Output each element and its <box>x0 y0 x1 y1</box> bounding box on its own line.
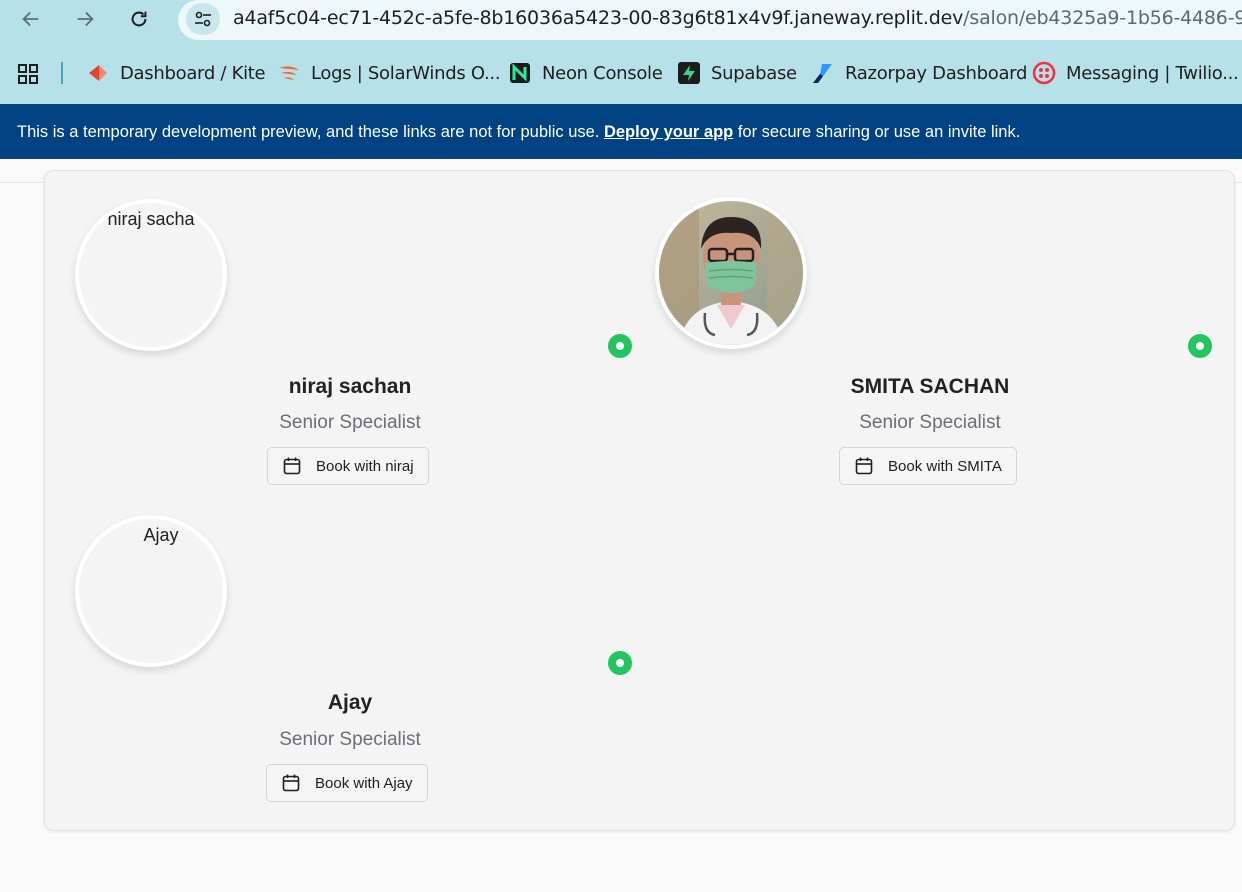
specialist-role: Senior Specialist <box>279 729 421 750</box>
book-button[interactable]: Book with SMITA <box>839 447 1017 485</box>
deploy-link[interactable]: Deploy your app <box>604 123 733 141</box>
avatar-photo <box>655 197 807 349</box>
bookmark-neon[interactable]: Neon Console <box>508 61 663 85</box>
online-status-dot <box>1188 334 1212 358</box>
solarwinds-icon <box>277 61 301 85</box>
bookmark-supabase[interactable]: Supabase <box>677 61 797 85</box>
specialists-card: niraj sacha niraj sachan Senior Speciali… <box>44 170 1235 831</box>
specialist-name: Ajay <box>327 691 373 714</box>
calendar-icon <box>283 457 301 475</box>
avatar-alt-text: Ajay <box>143 525 179 545</box>
bookmark-label: Logs | SolarWinds O... <box>311 62 501 84</box>
kite-icon <box>86 61 110 85</box>
tune-icon <box>195 11 211 27</box>
razorpay-icon <box>811 61 835 85</box>
avatar-alt-text: niraj sacha <box>107 209 195 229</box>
online-status-dot <box>608 334 632 358</box>
book-button-label: Book with Ajay <box>315 774 413 792</box>
url-text[interactable]: a4af5c04-ec71-452c-a5fe-8b16036a5423-00-… <box>233 7 1242 29</box>
bookmarks-bar: Dashboard / Kite Logs | SolarWinds O... … <box>0 56 1242 90</box>
specialist-name: niraj sachan <box>288 375 412 398</box>
banner-text-after: for secure sharing or use an invite link… <box>733 123 1021 141</box>
apps-grid-icon[interactable] <box>16 62 40 91</box>
dev-preview-banner: This is a temporary development preview,… <box>0 104 1242 159</box>
book-button-label: Book with niraj <box>316 457 414 475</box>
doctor-photo <box>659 201 803 345</box>
avatar: Ajay <box>75 515 227 667</box>
twilio-icon <box>1032 61 1056 85</box>
browser-chrome: a4af5c04-ec71-452c-a5fe-8b16036a5423-00-… <box>0 0 1242 104</box>
calendar-icon <box>855 457 873 475</box>
bookmark-twilio[interactable]: Messaging | Twilio... <box>1032 61 1239 85</box>
bookmark-label: Dashboard / Kite <box>120 62 266 84</box>
bookmark-label: Razorpay Dashboard <box>845 62 1028 84</box>
bookmark-label: Neon Console <box>542 62 663 84</box>
book-button[interactable]: Book with Ajay <box>266 764 428 802</box>
book-button[interactable]: Book with niraj <box>267 447 429 485</box>
bookmark-solarwinds[interactable]: Logs | SolarWinds O... <box>277 61 501 85</box>
site-info-button[interactable] <box>186 3 220 35</box>
banner-text: This is a temporary development preview,… <box>17 123 604 141</box>
neon-icon <box>508 61 532 85</box>
url-host: a4af5c04-ec71-452c-a5fe-8b16036a5423-00-… <box>233 7 964 29</box>
arrow-right-icon <box>77 11 94 27</box>
specialist-role: Senior Specialist <box>859 412 1001 433</box>
book-button-label: Book with SMITA <box>888 457 1002 475</box>
arrow-left-icon <box>22 11 39 27</box>
bookmark-kite[interactable]: Dashboard / Kite <box>86 61 266 85</box>
supabase-icon <box>677 61 701 85</box>
bookmark-razorpay[interactable]: Razorpay Dashboard <box>811 61 1027 85</box>
specialist-name: SMITA SACHAN <box>850 375 1010 398</box>
back-button[interactable] <box>16 4 46 34</box>
bookmark-label: Messaging | Twilio... <box>1066 62 1239 84</box>
bookmark-label: Supabase <box>711 62 797 84</box>
forward-button[interactable] <box>70 4 100 34</box>
reload-button[interactable] <box>124 4 154 34</box>
avatar: niraj sacha <box>75 199 227 351</box>
bookmark-separator <box>61 62 63 84</box>
online-status-dot <box>608 651 632 675</box>
reload-icon <box>131 11 147 27</box>
calendar-icon <box>282 774 300 792</box>
url-path: /salon/eb4325a9-1b56-4486-97 <box>963 7 1242 29</box>
specialist-role: Senior Specialist <box>279 412 421 433</box>
